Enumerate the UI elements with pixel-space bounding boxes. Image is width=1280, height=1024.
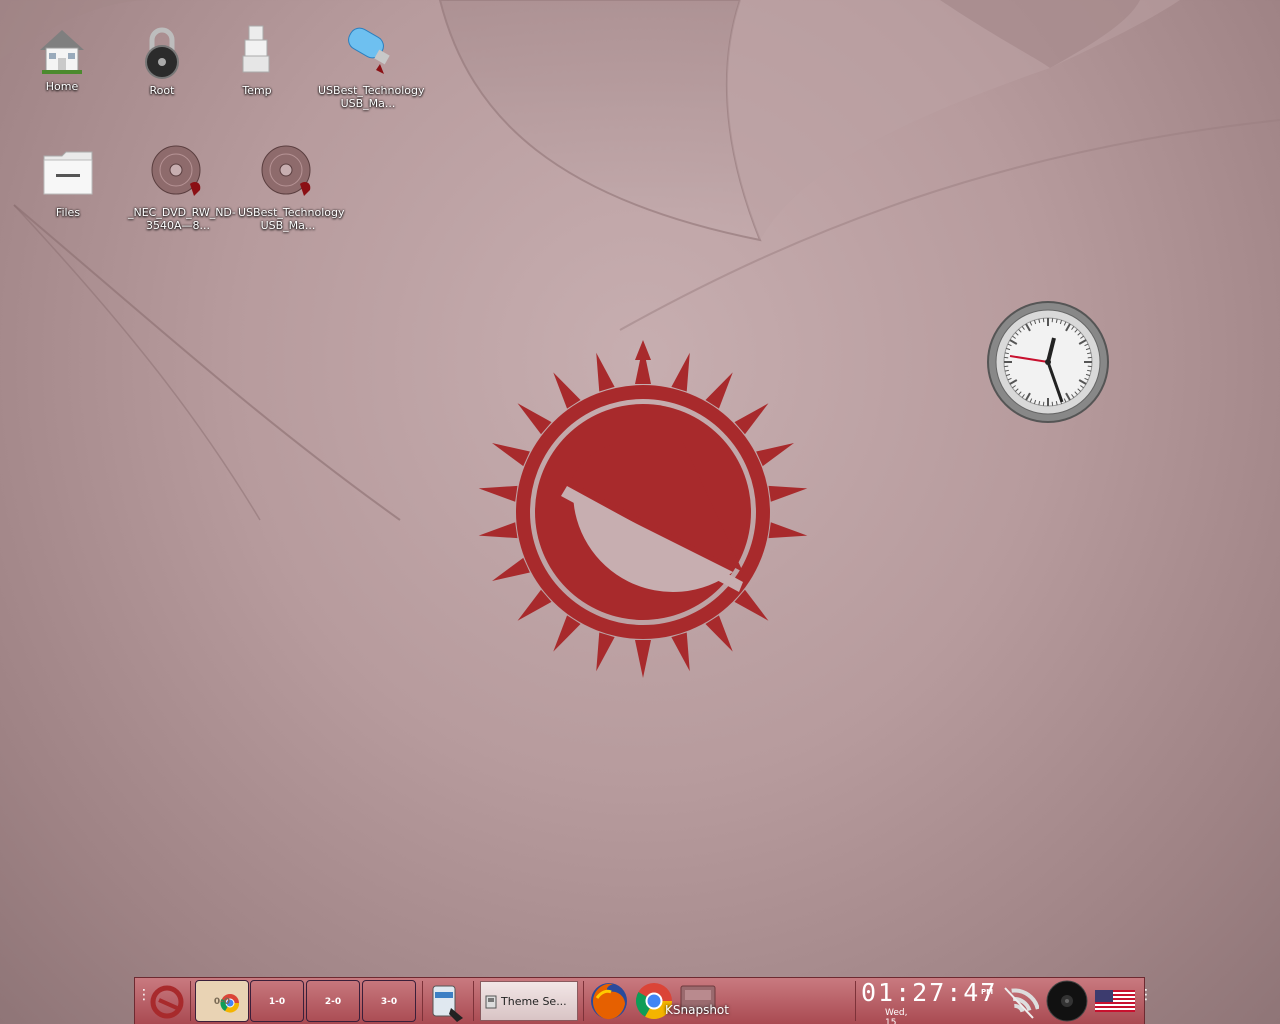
firefox-launcher[interactable] (587, 978, 631, 1024)
volume-tray-item[interactable] (1045, 978, 1089, 1024)
shelf-separator (855, 981, 856, 1021)
theme-window-icon (485, 995, 497, 1009)
keyboard-layout-tray-item[interactable] (1093, 978, 1137, 1024)
optical-disc-icon (150, 144, 206, 200)
desktop-icon-temp[interactable]: Temp (205, 22, 309, 97)
desktop-icon-usb-drive[interactable]: USBest_Technology USB_Ma... (316, 20, 425, 110)
paint-launcher[interactable] (427, 978, 467, 1024)
clock-ampm: PM (981, 988, 994, 996)
desktop-icon-label: _NEC_DVD_RW_ND-3540A—8... (128, 206, 236, 232)
taskbar-item-theme-settings[interactable]: Theme Se... (480, 981, 578, 1021)
start-button[interactable] (147, 978, 187, 1024)
wifi-icon (1004, 987, 1040, 1019)
shelf-separator (473, 981, 474, 1021)
shelf-handle-right[interactable]: ⋮ (1139, 988, 1153, 1010)
optical-disc-icon (260, 144, 316, 200)
desktop-icon-label: USBest_Technology USB_Ma... (318, 84, 425, 110)
pager-desk-1-0[interactable]: 1-0 (250, 980, 304, 1022)
desktop-icon-label: Temp (242, 84, 272, 97)
pager-desk-2-0[interactable]: 2-0 (306, 980, 360, 1022)
analog-clock-gadget[interactable] (986, 300, 1110, 424)
shelf-separator (422, 981, 423, 1021)
volume-icon (1046, 980, 1088, 1022)
desktop-icon-dvd[interactable]: _NEC_DVD_RW_ND-3540A—8... (126, 144, 236, 232)
chrome-launcher[interactable] (633, 978, 675, 1024)
desktop-icon-home[interactable]: Home (10, 22, 114, 93)
firefox-icon (591, 983, 627, 1020)
desktop-icon-label: USBest_Technology USB_Ma... (238, 206, 345, 232)
padlock-icon (134, 24, 190, 80)
desktop-icon-usb-disc[interactable]: USBest_Technology USB_Ma... (236, 144, 345, 232)
boxes-icon (229, 22, 285, 78)
desktop-icon-files[interactable]: Files (16, 146, 120, 219)
pager-desk-3-0[interactable]: 3-0 (362, 980, 416, 1022)
shelf-separator (583, 981, 584, 1021)
ksnapshot-launcher[interactable] (675, 978, 725, 1024)
desktop-icon-label: Home (45, 80, 79, 93)
shelf-handle-left[interactable]: ⋮ (137, 988, 151, 1010)
shelf: ⋮ 0-0 1-0 2-0 3-0 Theme Se... KSnapshot … (134, 977, 1153, 1024)
desktop-icon-label: Root (149, 84, 175, 97)
folder-icon (40, 146, 96, 202)
ksnapshot-label: KSnapshot (665, 1003, 729, 1017)
chrome-icon (635, 983, 672, 1020)
paint-bucket-icon (432, 985, 463, 1022)
usb-drive-icon (340, 20, 396, 76)
home-icon (34, 22, 90, 78)
network-tray-item[interactable] (997, 978, 1040, 1024)
enlightenment-start-icon (150, 985, 184, 1019)
clock-date: Wed, 15 Oct, 2014 (885, 1008, 908, 1024)
desktop-icon-root[interactable]: Root (110, 24, 214, 97)
clock-time: 01:27:47 (861, 978, 998, 1007)
enlightenment-logo (478, 340, 808, 678)
ksnapshot-icon (680, 985, 716, 1013)
shelf-separator (190, 981, 191, 1021)
desktop-icon-label: Files (55, 206, 81, 219)
pager-desk-0-0[interactable]: 0-0 (195, 980, 249, 1022)
us-flag-icon (1095, 990, 1135, 1012)
